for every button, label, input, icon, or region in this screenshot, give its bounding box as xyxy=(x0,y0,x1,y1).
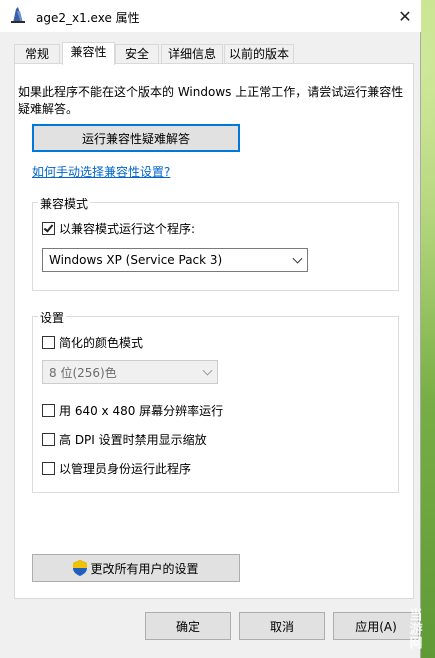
ok-button[interactable]: 确定 xyxy=(145,612,231,640)
dpi-checkbox[interactable] xyxy=(42,433,55,446)
settings-title: 设置 xyxy=(38,309,67,326)
tab-strip: 常规 兼容性 安全 详细信息 以前的版本 xyxy=(14,42,414,65)
window-title: age2_x1.exe 属性 xyxy=(36,11,140,25)
close-icon: ✕ xyxy=(398,6,412,26)
properties-dialog: age2_x1.exe 属性 ✕ 常规 兼容性 安全 详细信息 以前的版本 如果… xyxy=(0,0,421,658)
checkmark-icon xyxy=(43,222,54,233)
admin-checkbox[interactable] xyxy=(42,462,55,475)
app-icon xyxy=(11,7,25,23)
color-depth-value: 8 位(256)色 xyxy=(49,365,117,380)
reduced-color-checkbox[interactable] xyxy=(42,336,55,349)
cancel-button[interactable]: 取消 xyxy=(239,612,325,640)
admin-label: 以管理员身份运行此程序 xyxy=(59,462,192,476)
manual-settings-link[interactable]: 如何手动选择兼容性设置? xyxy=(32,163,170,180)
compat-mode-title: 兼容模式 xyxy=(38,195,91,212)
chevron-down-icon xyxy=(292,253,303,264)
resolution-checkbox[interactable] xyxy=(42,404,55,417)
intro-text: 如果此程序不能在这个版本的 Windows 上正常工作，请尝试运行兼容性疑难解答… xyxy=(18,85,404,116)
tab-security[interactable]: 安全 xyxy=(115,44,159,64)
compat-mode-label: 以兼容模式运行这个程序: xyxy=(59,222,196,236)
reduced-color-row[interactable]: 简化的颜色模式 xyxy=(42,334,143,351)
os-select-value: Windows XP (Service Pack 3) xyxy=(49,253,223,267)
color-depth-select[interactable]: 8 位(256)色 xyxy=(42,360,218,384)
os-select[interactable]: Windows XP (Service Pack 3) xyxy=(42,248,308,272)
resolution-row[interactable]: 用 640 x 480 屏幕分辨率运行 xyxy=(42,402,223,419)
dpi-label: 高 DPI 设置时禁用显示缩放 xyxy=(59,433,207,447)
tab-general[interactable]: 常规 xyxy=(14,44,60,64)
dpi-row[interactable]: 高 DPI 设置时禁用显示缩放 xyxy=(42,431,207,448)
tab-details[interactable]: 详细信息 xyxy=(161,44,223,64)
chevron-down-icon xyxy=(202,365,213,376)
watermark: 当游网 xyxy=(406,608,422,650)
uac-shield-icon xyxy=(73,560,88,576)
tab-previous-versions[interactable]: 以前的版本 xyxy=(224,44,294,64)
reduced-color-label: 简化的颜色模式 xyxy=(59,336,144,350)
compat-mode-checkbox-row[interactable]: 以兼容模式运行这个程序: xyxy=(42,220,195,237)
change-all-users-label: 更改所有用户的设置 xyxy=(90,561,199,576)
resolution-label: 用 640 x 480 屏幕分辨率运行 xyxy=(59,404,224,418)
run-troubleshooter-button[interactable]: 运行兼容性疑难解答 xyxy=(32,124,240,152)
close-button[interactable]: ✕ xyxy=(395,6,415,26)
change-all-users-button[interactable]: 更改所有用户的设置 xyxy=(32,554,240,582)
compat-mode-group xyxy=(32,202,399,291)
title-bar[interactable]: age2_x1.exe 属性 ✕ xyxy=(0,0,421,32)
compat-mode-checkbox[interactable] xyxy=(42,222,55,235)
admin-row[interactable]: 以管理员身份运行此程序 xyxy=(42,460,191,477)
tab-compatibility[interactable]: 兼容性 xyxy=(62,42,115,65)
